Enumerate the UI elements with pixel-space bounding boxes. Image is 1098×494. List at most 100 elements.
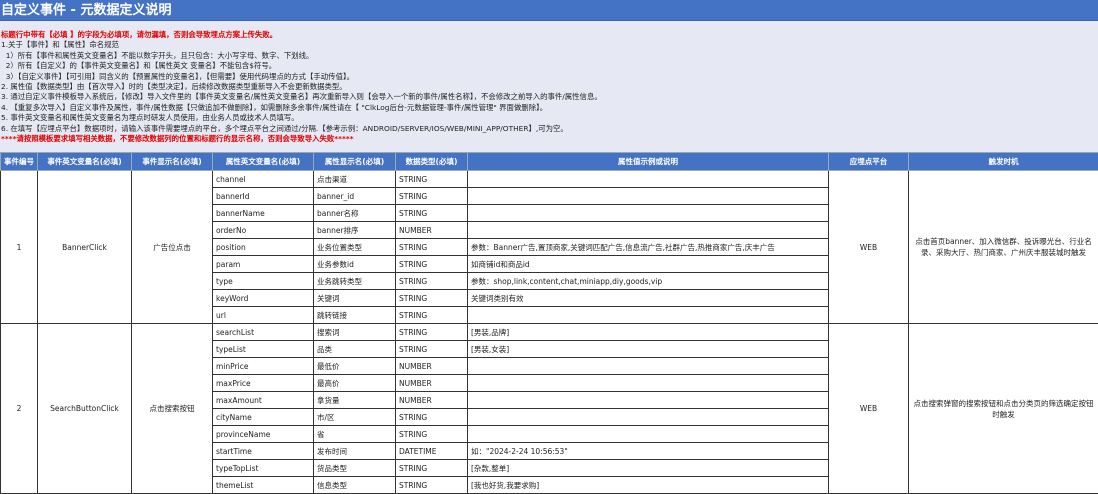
- prop-name-cell[interactable]: themeList: [213, 477, 314, 494]
- prop-display-cell[interactable]: 发布时间: [314, 443, 396, 460]
- prop-name-cell[interactable]: url: [213, 307, 314, 324]
- data-type-cell[interactable]: STRING: [396, 409, 468, 426]
- column-header[interactable]: 属性值示例或说明: [468, 153, 829, 171]
- prop-example-cell[interactable]: 参数：Banner广告,置顶商家,关键词匹配广告,信息流广告,社群广告,热推商家…: [468, 239, 829, 256]
- data-type-cell[interactable]: NUMBER: [396, 392, 468, 409]
- prop-example-cell[interactable]: [我也好货,我要求购]: [468, 477, 829, 494]
- prop-name-cell[interactable]: orderNo: [213, 222, 314, 239]
- event-id-cell[interactable]: 2: [1, 324, 38, 494]
- prop-name-cell[interactable]: bannerName: [213, 205, 314, 222]
- event-display-cell[interactable]: 广告位点击: [132, 171, 213, 324]
- prop-display-cell[interactable]: banner排序: [314, 222, 396, 239]
- prop-example-cell[interactable]: 关键词类别有效: [468, 290, 829, 307]
- prop-display-cell[interactable]: banner_id: [314, 188, 396, 205]
- prop-name-cell[interactable]: bannerId: [213, 188, 314, 205]
- prop-display-cell[interactable]: 业务参数id: [314, 256, 396, 273]
- prop-example-cell[interactable]: [468, 392, 829, 409]
- column-header[interactable]: 数据类型(必填): [396, 153, 468, 171]
- data-type-cell[interactable]: STRING: [396, 460, 468, 477]
- event-id-cell[interactable]: 1: [1, 171, 38, 324]
- column-header[interactable]: 事件显示名(必填): [132, 153, 213, 171]
- prop-display-cell[interactable]: 跳转链接: [314, 307, 396, 324]
- trigger-cell[interactable]: 点击首页banner、加入微信群、投诉曝光台、行业名录、采购大厅、热门商家、广州…: [909, 171, 1098, 324]
- prop-name-cell[interactable]: keyWord: [213, 290, 314, 307]
- prop-example-cell[interactable]: 如商铺id和商品id: [468, 256, 829, 273]
- prop-name-cell[interactable]: typeList: [213, 341, 314, 358]
- prop-example-cell[interactable]: [468, 171, 829, 188]
- prop-example-cell[interactable]: [468, 307, 829, 324]
- prop-example-cell[interactable]: 如："2024-2-24 10:56:53": [468, 443, 829, 460]
- prop-display-cell[interactable]: 业务跳转类型: [314, 273, 396, 290]
- event-table: 事件编号事件英文变量名(必填)事件显示名(必填)属性英文变量名(必填)属性显示名…: [0, 152, 1098, 494]
- prop-name-cell[interactable]: minPrice: [213, 358, 314, 375]
- data-type-cell[interactable]: STRING: [396, 426, 468, 443]
- prop-display-cell[interactable]: banner名称: [314, 205, 396, 222]
- table-row: 2SearchButtonClick点击搜索按钮searchList搜索词STR…: [1, 324, 1098, 341]
- prop-name-cell[interactable]: maxAmount: [213, 392, 314, 409]
- event-name-cell[interactable]: SearchButtonClick: [38, 324, 132, 494]
- prop-example-cell[interactable]: [杂款,整单]: [468, 460, 829, 477]
- data-type-cell[interactable]: STRING: [396, 239, 468, 256]
- prop-display-cell[interactable]: 关键词: [314, 290, 396, 307]
- column-header[interactable]: 触发时机: [909, 153, 1098, 171]
- platform-cell[interactable]: WEB: [829, 324, 909, 494]
- prop-display-cell[interactable]: 品类: [314, 341, 396, 358]
- data-type-cell[interactable]: STRING: [396, 205, 468, 222]
- event-display-cell[interactable]: 点击搜索按钮: [132, 324, 213, 494]
- data-type-cell[interactable]: STRING: [396, 171, 468, 188]
- prop-name-cell[interactable]: provinceName: [213, 426, 314, 443]
- prop-name-cell[interactable]: type: [213, 273, 314, 290]
- prop-display-cell[interactable]: 拿货量: [314, 392, 396, 409]
- data-type-cell[interactable]: STRING: [396, 290, 468, 307]
- prop-example-cell[interactable]: [468, 188, 829, 205]
- prop-display-cell[interactable]: 最高价: [314, 375, 396, 392]
- platform-cell[interactable]: WEB: [829, 171, 909, 324]
- prop-example-cell[interactable]: [468, 358, 829, 375]
- prop-name-cell[interactable]: cityName: [213, 409, 314, 426]
- prop-example-cell[interactable]: [468, 426, 829, 443]
- prop-example-cell[interactable]: [468, 222, 829, 239]
- data-type-cell[interactable]: STRING: [396, 307, 468, 324]
- column-header[interactable]: 属性显示名(必填): [314, 153, 396, 171]
- note-line: 4. 【重复多次导入】自定义事件及属性，事件/属性数据【只做追加不做删除】，如需…: [1, 103, 1098, 113]
- column-header[interactable]: 应埋点平台: [829, 153, 909, 171]
- prop-display-cell[interactable]: 业务位置类型: [314, 239, 396, 256]
- prop-display-cell[interactable]: 市/区: [314, 409, 396, 426]
- event-name-cell[interactable]: BannerClick: [38, 171, 132, 324]
- data-type-cell[interactable]: STRING: [396, 341, 468, 358]
- prop-display-cell[interactable]: 货品类型: [314, 460, 396, 477]
- note-line: 标题行中带有【必填 】的字段为必填项，请勿漏填，否则会导致埋点方案上传失败。: [1, 30, 1098, 40]
- data-type-cell[interactable]: STRING: [396, 477, 468, 494]
- prop-display-cell[interactable]: 省: [314, 426, 396, 443]
- column-header[interactable]: 事件编号: [1, 153, 38, 171]
- data-type-cell[interactable]: NUMBER: [396, 375, 468, 392]
- prop-name-cell[interactable]: channel: [213, 171, 314, 188]
- prop-example-cell[interactable]: [男装,品牌]: [468, 324, 829, 341]
- data-type-cell[interactable]: STRING: [396, 188, 468, 205]
- prop-display-cell[interactable]: 最低价: [314, 358, 396, 375]
- prop-example-cell[interactable]: [468, 375, 829, 392]
- prop-example-cell[interactable]: [男装,女装]: [468, 341, 829, 358]
- prop-name-cell[interactable]: maxPrice: [213, 375, 314, 392]
- data-type-cell[interactable]: NUMBER: [396, 222, 468, 239]
- prop-name-cell[interactable]: param: [213, 256, 314, 273]
- prop-name-cell[interactable]: searchList: [213, 324, 314, 341]
- prop-name-cell[interactable]: position: [213, 239, 314, 256]
- data-type-cell[interactable]: STRING: [396, 256, 468, 273]
- trigger-cell[interactable]: 点击搜索弹窗的搜索按钮和点击分类页的筛选确定按钮时触发: [909, 324, 1098, 494]
- prop-name-cell[interactable]: typeTopList: [213, 460, 314, 477]
- prop-display-cell[interactable]: 点击渠道: [314, 171, 396, 188]
- data-type-cell[interactable]: NUMBER: [396, 358, 468, 375]
- prop-name-cell[interactable]: startTime: [213, 443, 314, 460]
- prop-display-cell[interactable]: 搜索词: [314, 324, 396, 341]
- data-type-cell[interactable]: STRING: [396, 273, 468, 290]
- note-line: 1）所有【事件和属性英文变量名】不能以数字开头，且只包含：大小写字母、数字、下划…: [1, 51, 1098, 61]
- column-header[interactable]: 事件英文变量名(必填): [38, 153, 132, 171]
- prop-display-cell[interactable]: 信息类型: [314, 477, 396, 494]
- prop-example-cell[interactable]: [468, 205, 829, 222]
- data-type-cell[interactable]: STRING: [396, 324, 468, 341]
- data-type-cell[interactable]: DATETIME: [396, 443, 468, 460]
- prop-example-cell[interactable]: [468, 409, 829, 426]
- column-header[interactable]: 属性英文变量名(必填): [213, 153, 314, 171]
- prop-example-cell[interactable]: 参数：shop,link,content,chat,miniapp,diy,go…: [468, 273, 829, 290]
